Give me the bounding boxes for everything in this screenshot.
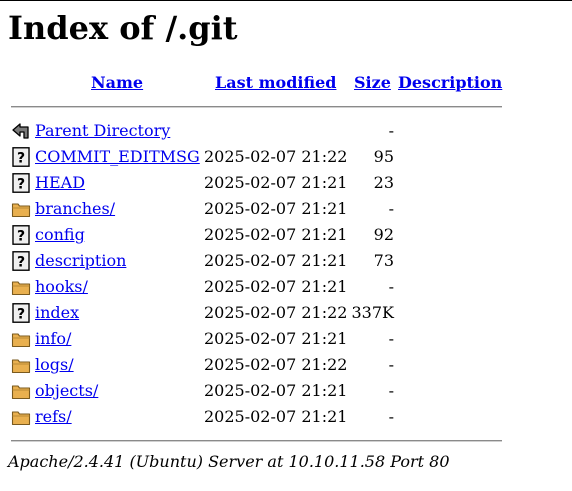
table-row: refs/2025-02-07 21:21 - [0,404,572,430]
table-row: objects/2025-02-07 21:21 - [0,378,572,404]
file-link[interactable]: refs/ [35,407,72,427]
table-row: info/2025-02-07 21:21 - [0,326,572,352]
last-modified-value: 2025-02-07 21:21 [204,381,348,400]
svg-text:?: ? [17,177,25,193]
size-value: 92 [373,225,394,244]
unknown-file-icon[interactable]: ? [11,173,31,193]
size-value: - [388,199,394,218]
top-border [0,0,572,1]
header-divider [11,106,502,108]
last-modified-value: 2025-02-07 21:21 [204,199,348,218]
file-link[interactable]: description [35,251,126,271]
last-modified-value: 2025-02-07 21:21 [204,329,348,348]
page-title: Index of /.git [8,9,238,47]
table-row: hooks/2025-02-07 21:21 - [0,274,572,300]
file-link[interactable]: info/ [35,329,71,349]
folder-icon[interactable] [11,355,31,375]
table-row: Parent Directory - [0,118,572,144]
size-value: - [388,329,394,348]
file-link[interactable]: logs/ [35,355,74,375]
folder-icon[interactable] [11,199,31,219]
column-header-description[interactable]: Description [398,73,502,93]
table-row: ? HEAD 2025-02-07 21:21 23 [0,170,572,196]
last-modified-value: 2025-02-07 21:21 [204,225,348,244]
folder-icon[interactable] [11,329,31,349]
column-header-name[interactable]: Name [91,73,143,93]
server-signature: Apache/2.4.41 (Ubuntu) Server at 10.10.1… [8,452,450,471]
size-value: - [388,277,394,296]
size-value: - [388,381,394,400]
table-row: ? config 2025-02-07 21:21 92 [0,222,572,248]
table-row: ? COMMIT_EDITMSG 2025-02-07 21:22 95 [0,144,572,170]
last-modified-value: 2025-02-07 21:22 [204,303,348,322]
svg-text:?: ? [17,151,25,167]
last-modified-value: 2025-02-07 21:21 [204,173,348,192]
size-value: 337K [351,303,395,322]
size-value: 23 [373,173,394,192]
file-link[interactable]: hooks/ [35,277,88,297]
unknown-file-icon[interactable]: ? [11,225,31,245]
file-link[interactable]: Parent Directory [35,121,170,141]
last-modified-value: 2025-02-07 21:21 [204,277,348,296]
last-modified-value: 2025-02-07 21:21 [204,407,348,426]
file-link[interactable]: index [35,303,79,323]
table-row: ? description 2025-02-07 21:21 73 [0,248,572,274]
column-header-size[interactable]: Size [354,73,391,93]
svg-text:?: ? [17,229,25,245]
back-icon[interactable] [11,121,31,141]
footer-divider [11,440,502,442]
size-value: - [388,355,394,374]
svg-text:?: ? [17,255,25,271]
last-modified-value: 2025-02-07 21:21 [204,251,348,270]
table-row: branches/2025-02-07 21:21 - [0,196,572,222]
size-value: - [388,407,394,426]
size-value: - [388,121,394,140]
last-modified-value: 2025-02-07 21:22 [204,147,348,166]
size-value: 95 [373,147,394,166]
unknown-file-icon[interactable]: ? [11,147,31,167]
file-link[interactable]: HEAD [35,173,85,193]
column-header-last-modified[interactable]: Last modified [215,73,336,93]
last-modified-value: 2025-02-07 21:22 [204,355,348,374]
file-link[interactable]: objects/ [35,381,98,401]
table-row: logs/2025-02-07 21:22 - [0,352,572,378]
file-link[interactable]: branches/ [35,199,115,219]
file-link[interactable]: COMMIT_EDITMSG [35,147,200,167]
file-link[interactable]: config [35,225,85,245]
size-value: 73 [373,251,394,270]
folder-icon[interactable] [11,277,31,297]
unknown-file-icon[interactable]: ? [11,251,31,271]
svg-text:?: ? [17,307,25,323]
unknown-file-icon[interactable]: ? [11,303,31,323]
table-row: ? index 2025-02-07 21:22 337K [0,300,572,326]
folder-icon[interactable] [11,407,31,427]
folder-icon[interactable] [11,381,31,401]
